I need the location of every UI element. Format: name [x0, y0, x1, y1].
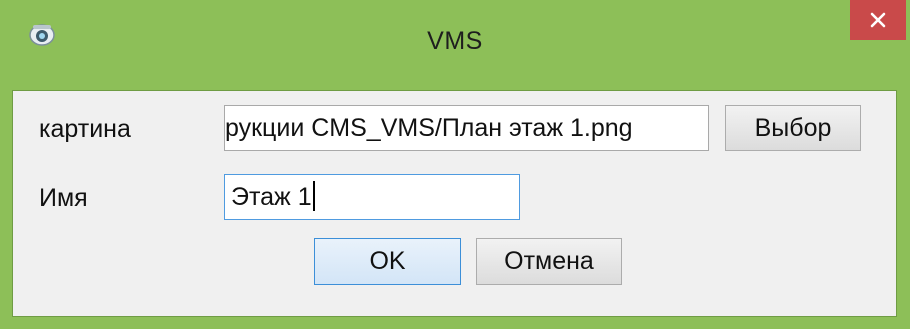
window-title: VMS	[427, 27, 483, 55]
title-bar[interactable]: VMS	[0, 0, 910, 90]
close-icon	[870, 12, 886, 28]
picture-path-field[interactable]: рукции CMS_VMS/План этаж 1.png	[224, 105, 709, 151]
name-label: Имя	[39, 184, 88, 212]
text-caret	[312, 181, 315, 212]
dialog-content: картина рукции CMS_VMS/План этаж 1.png В…	[12, 90, 897, 317]
browse-button[interactable]: Выбор	[725, 105, 861, 151]
close-button[interactable]	[850, 0, 906, 40]
name-field[interactable]: Этаж 1	[224, 174, 520, 220]
picture-label: картина	[39, 115, 131, 143]
ok-button[interactable]: OK	[314, 238, 461, 285]
cancel-button[interactable]: Отмена	[476, 238, 622, 285]
dialog-window: VMS картина рукции CMS_VMS/План этаж 1.p…	[0, 0, 910, 329]
